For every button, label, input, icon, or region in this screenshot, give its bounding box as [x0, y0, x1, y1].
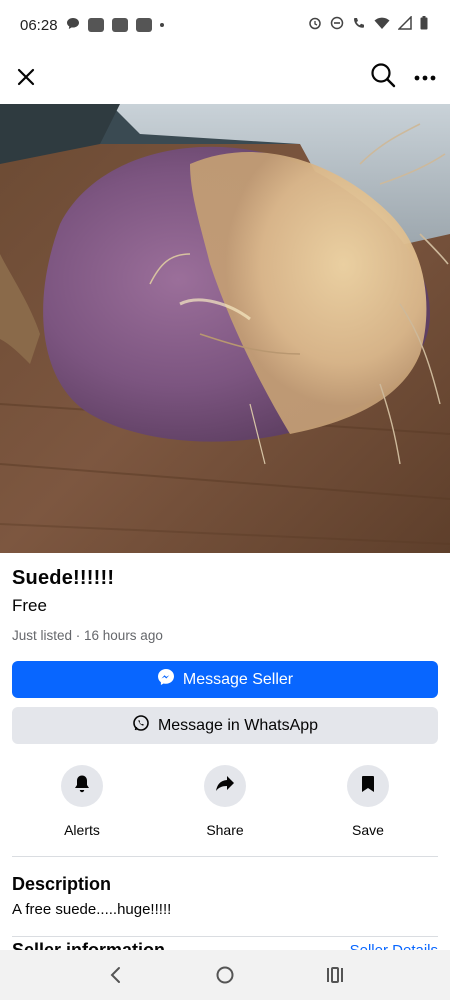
status-time: 06:28	[20, 16, 58, 34]
share-action[interactable]: Share	[185, 765, 265, 838]
do-not-disturb-icon	[330, 16, 344, 34]
description-title: Description	[12, 874, 112, 894]
battery-icon	[420, 16, 428, 34]
wifi-call-icon	[352, 16, 366, 34]
back-icon[interactable]	[95, 955, 135, 995]
home-icon[interactable]	[205, 955, 245, 995]
status-bar: 06:28	[0, 0, 450, 50]
divider	[12, 856, 438, 857]
app-notification-icon	[111, 18, 128, 32]
recents-icon[interactable]	[315, 955, 355, 995]
top-bar	[0, 50, 450, 104]
seller-info-row: Seller information Seller Details	[12, 938, 438, 950]
share-icon	[215, 775, 235, 798]
save-button[interactable]	[347, 765, 389, 807]
seller-details-link[interactable]: Seller Details	[350, 942, 438, 950]
wifi-icon	[374, 17, 390, 34]
alerts-label: Alerts	[64, 822, 100, 838]
message-seller-button[interactable]: Message Seller	[12, 661, 438, 698]
save-action[interactable]: Save	[328, 765, 408, 838]
close-icon[interactable]	[14, 65, 38, 89]
seller-info-title: Seller information	[12, 940, 166, 950]
status-left: 06:28	[20, 17, 164, 34]
status-right	[308, 15, 428, 34]
dot-icon	[159, 23, 164, 27]
share-label: Share	[206, 822, 244, 838]
description-text: A free suede.....huge!!!!!	[12, 901, 172, 918]
alerts-action[interactable]: Alerts	[42, 765, 122, 838]
app-notification-icon	[87, 18, 104, 32]
signal-icon	[397, 15, 412, 34]
more-icon[interactable]	[414, 68, 436, 86]
search-icon[interactable]	[370, 62, 396, 93]
divider	[12, 936, 438, 937]
listing-price: Free	[12, 596, 47, 615]
bookmark-icon	[361, 775, 375, 798]
whatsapp-icon	[132, 714, 150, 737]
listing-title: Suede!!!!!!	[12, 567, 115, 589]
message-seller-label: Message Seller	[182, 670, 294, 688]
alerts-button[interactable]	[61, 765, 103, 807]
app-notification-icon	[135, 18, 152, 32]
listing-details: Suede!!!!!! Free Just listed · 16 hours …	[12, 553, 438, 937]
messenger-icon	[157, 668, 175, 691]
save-label: Save	[352, 822, 384, 838]
alarm-icon	[308, 16, 322, 34]
bell-icon	[73, 774, 91, 799]
system-nav-bar	[0, 950, 450, 1000]
listing-photo[interactable]	[0, 104, 450, 553]
chat-bubble-icon	[66, 17, 80, 33]
top-bar-actions	[370, 62, 436, 93]
listing-actions: Alerts Share Save	[12, 765, 438, 838]
message-whatsapp-button[interactable]: Message in WhatsApp	[12, 707, 438, 744]
share-button[interactable]	[204, 765, 246, 807]
message-whatsapp-label: Message in WhatsApp	[157, 716, 319, 734]
listed-time: Just listed · 16 hours ago	[12, 628, 163, 643]
